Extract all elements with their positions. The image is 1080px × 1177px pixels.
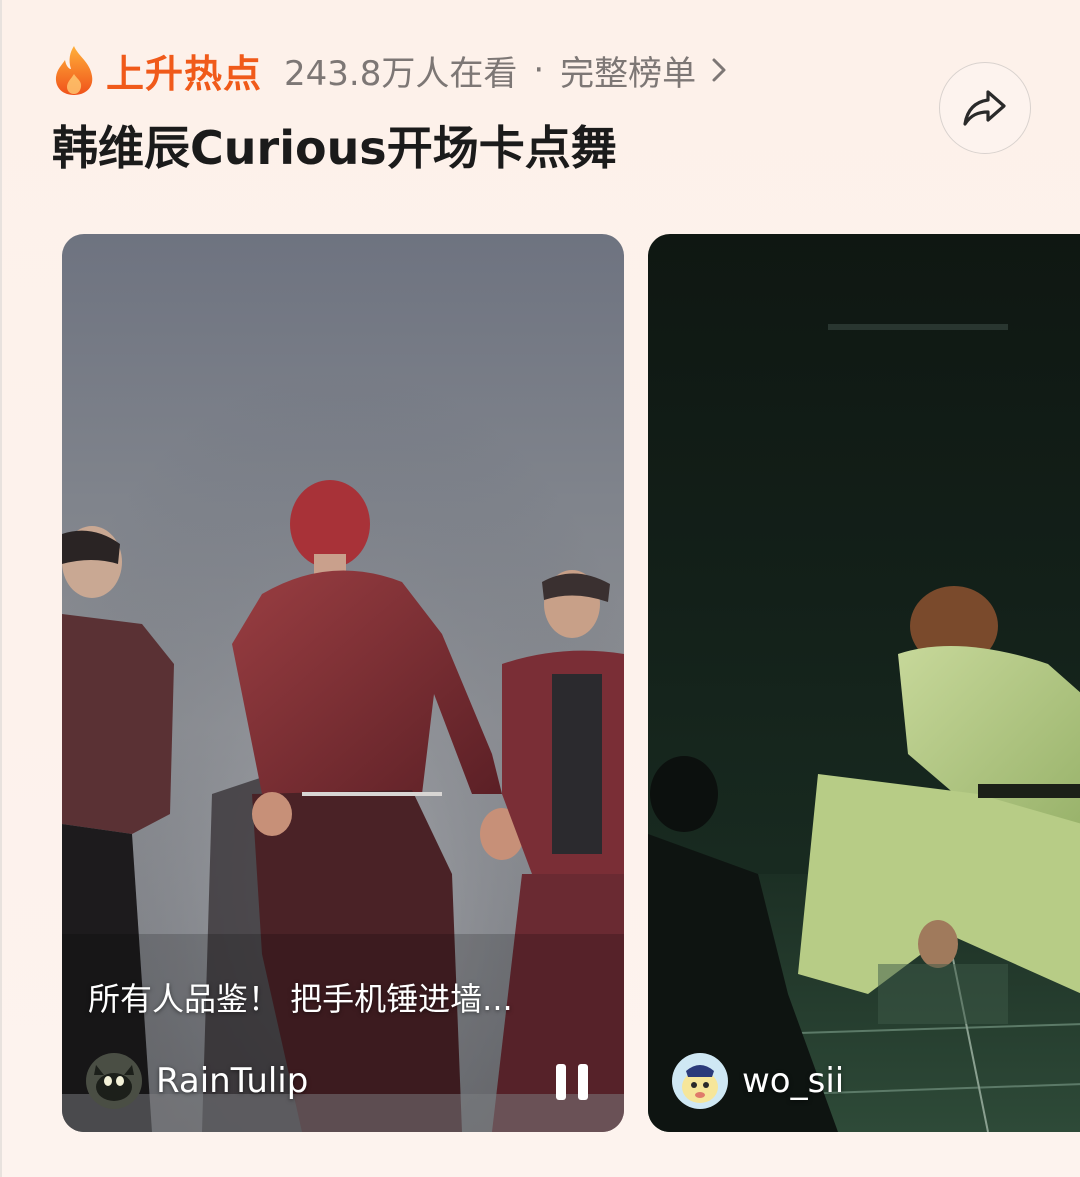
video-caption: 所有人品鉴！ 把手机锤进墙... (88, 980, 513, 1018)
full-list-label: 完整榜单 (560, 53, 697, 94)
avatar[interactable] (86, 1053, 142, 1109)
author-name[interactable]: RainTulip (156, 1061, 308, 1101)
viewer-count: 243.8万人在看 (284, 53, 518, 94)
hot-label: 上升热点 (106, 51, 263, 96)
hot-topic-header: 上升热点 243.8万人在看 · 完整榜单 (52, 42, 728, 98)
share-button[interactable] (939, 62, 1031, 154)
topic-title[interactable]: 韩维辰Curious开场卡点舞 (52, 112, 617, 178)
avatar-image (672, 1053, 728, 1109)
author-info[interactable]: RainTulip (86, 1052, 308, 1110)
video-thumbnail (648, 324, 1080, 1132)
avatar[interactable] (672, 1053, 728, 1109)
flame-icon (55, 46, 93, 95)
pause-icon[interactable] (552, 1060, 592, 1104)
video-card[interactable]: wo_sii (648, 234, 1080, 1132)
hot-topic-page: 上升热点 243.8万人在看 · 完整榜单 韩维辰Curious开场卡点舞 所有… (0, 0, 1080, 1177)
avatar-image (86, 1053, 142, 1109)
video-card[interactable]: 所有人品鉴！ 把手机锤进墙... RainTulip (62, 234, 624, 1132)
author-info[interactable]: wo_sii (672, 1052, 844, 1110)
chevron-right-icon (712, 58, 726, 82)
separator-dot: · (533, 50, 545, 90)
full-list-link[interactable]: 完整榜单 (560, 46, 728, 95)
share-arrow-icon (963, 90, 1006, 126)
author-name[interactable]: wo_sii (742, 1061, 844, 1101)
